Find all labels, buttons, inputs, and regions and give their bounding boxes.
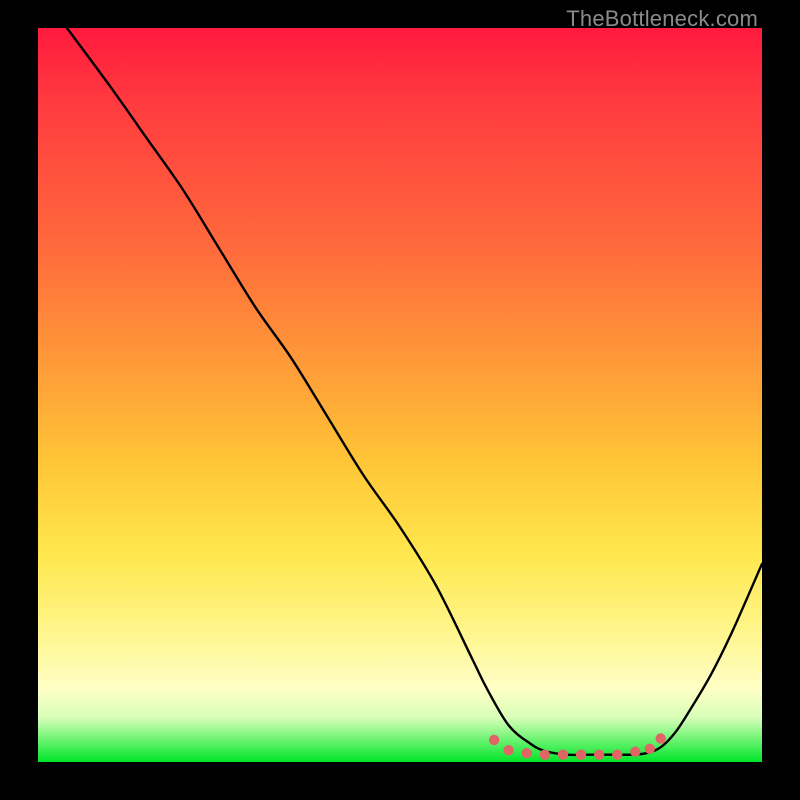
marker-dot (558, 749, 568, 759)
marker-dot (645, 744, 655, 754)
marker-dot (576, 749, 586, 759)
curve-layer (38, 28, 762, 762)
bottleneck-curve (67, 28, 762, 755)
marker-dot (503, 745, 513, 755)
marker-dot (612, 749, 622, 759)
marker-dot (655, 733, 665, 743)
marker-dot (594, 749, 604, 759)
marker-dot (630, 747, 640, 757)
highlighted-range-markers (489, 733, 666, 760)
marker-dot (522, 748, 532, 758)
marker-dot (540, 749, 550, 759)
plot-area (38, 28, 762, 762)
marker-dot (489, 735, 499, 745)
chart-frame: TheBottleneck.com (0, 0, 800, 800)
